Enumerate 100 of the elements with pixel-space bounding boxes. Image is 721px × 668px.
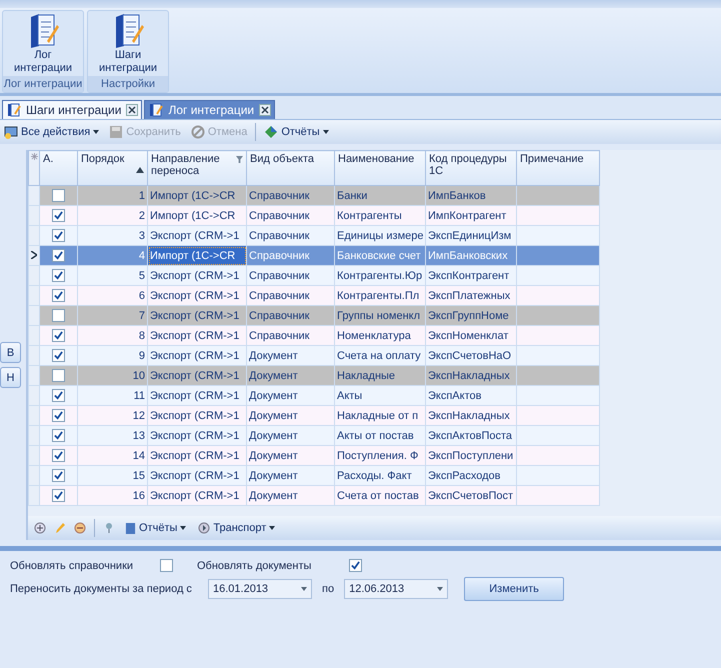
asterisk-icon (30, 153, 38, 160)
table-cell: Импорт (1C->CR (150, 210, 236, 222)
checkbox[interactable] (52, 489, 65, 502)
table-cell: 11 (134, 390, 145, 402)
table-cell: ИмпКонтрагент (428, 210, 506, 222)
checkbox[interactable] (52, 469, 65, 482)
table-cell: Экспорт (CRM->1 (150, 490, 240, 502)
toolbar-button[interactable]: Транспорт (196, 522, 278, 534)
table-cell: 5 (138, 270, 145, 282)
table-cell: 6 (138, 290, 145, 302)
column-header[interactable]: Направление переноса (148, 150, 246, 186)
field-label: Переносить документы за период с (10, 583, 193, 595)
checkbox[interactable] (52, 389, 65, 402)
ribbon-group-caption: Лог интеграции (3, 76, 83, 92)
close-icon[interactable] (259, 104, 272, 116)
document-tab[interactable]: Шаги интеграции (2, 100, 142, 119)
table-cell: ЭкспАктов (428, 390, 482, 402)
checkbox[interactable] (52, 229, 65, 242)
checkbox[interactable] (52, 429, 65, 442)
table-cell: Накладные от п (337, 410, 418, 422)
checkbox[interactable] (52, 409, 65, 422)
table-row[interactable]: 10 Экспорт (CRM->1 Документ Накладные ЭкспНакладных (28, 366, 600, 386)
checkbox[interactable] (52, 209, 65, 222)
table-cell: Экспорт (CRM->1 (150, 290, 240, 302)
add-icon[interactable] (34, 522, 46, 534)
table-row[interactable]: 13 Экспорт (CRM->1 Документ Акты от постав ЭкспАктовПоста (28, 426, 600, 446)
date-field[interactable]: 16.01.2013 (208, 579, 312, 599)
document-tab[interactable]: Лог интеграции (144, 100, 276, 119)
table-row[interactable]: 8 Экспорт (CRM->1 Справочник Номенклатура ЭкспНоменклат (28, 326, 600, 346)
table-cell: 15 (132, 470, 145, 482)
table-cell: Счета от постав (337, 490, 419, 502)
caret-icon (437, 587, 444, 591)
table-cell: Справочник (249, 290, 310, 302)
toolbar-button[interactable]: Все действия (2, 125, 102, 139)
checkbox[interactable] (52, 289, 65, 302)
table-cell: Документ (249, 370, 298, 382)
checkbox[interactable] (52, 449, 65, 462)
table-row[interactable]: 9 Экспорт (CRM->1 Документ Счета на оплату ЭкспСчетовНаО (28, 346, 600, 366)
table-row[interactable]: 15 Экспорт (CRM->1 Документ Расходы. Факт ЭкспРасходов (28, 466, 600, 486)
ribbon-group-caption: Настройки (88, 76, 168, 92)
table-row[interactable]: 5 Экспорт (CRM->1 Справочник Контрагенты.Юр ЭкспКонтрагент (28, 266, 600, 286)
checkbox[interactable] (52, 329, 65, 342)
column-header[interactable]: Наименование (334, 150, 426, 186)
checkbox[interactable] (52, 369, 65, 382)
table-row[interactable]: 1 Импорт (1C->CR Справочник Банки ИмпБанков (28, 186, 600, 206)
pin-icon[interactable] (103, 522, 115, 534)
table-cell: ЭкспСчетовПост (428, 490, 514, 502)
column-header[interactable]: Примечание (516, 150, 600, 186)
table-cell: Единицы измере (337, 230, 424, 242)
table-row[interactable]: 14 Экспорт (CRM->1 Документ Поступления. Ф ЭкспПоступлени (28, 446, 600, 466)
table-cell: Банки (337, 190, 368, 202)
table-row[interactable]: 16 Экспорт (CRM->1 Документ Счета от постав ЭкспСчетовПост (28, 486, 600, 506)
table-cell: Экспорт (CRM->1 (150, 270, 240, 282)
table-cell: Поступления. Ф (337, 450, 418, 462)
table-row[interactable]: 3 Экспорт (CRM->1 Справочник Единицы измере ЭкспЕдиницИзм (28, 226, 600, 246)
table-cell: Документ (249, 390, 298, 402)
toolbar-button[interactable]: Отчёты (262, 125, 331, 139)
table-cell: 1 (138, 190, 145, 202)
checkbox[interactable] (52, 269, 65, 282)
remove-icon[interactable] (74, 522, 86, 534)
table-cell: Контрагенты (337, 210, 402, 222)
table-cell: ЭкспНоменклат (428, 330, 508, 342)
table-cell: Документ (249, 430, 298, 442)
table-cell: ЭкспПлатежных (428, 290, 510, 302)
table-cell: 7 (138, 310, 145, 322)
table-cell: ЭкспПоступлени (428, 450, 514, 462)
column-header[interactable]: Вид объекта (246, 150, 334, 186)
side-button[interactable]: Н (0, 367, 21, 388)
table-cell: ЭкспЕдиницИзм (428, 230, 512, 242)
date-field[interactable]: 12.06.2013 (344, 579, 448, 599)
table-row[interactable]: 7 Экспорт (CRM->1 Справочник Группы номенкл ЭкспГруппНоме (28, 306, 600, 326)
table-row[interactable]: 11 Экспорт (CRM->1 Документ Акты ЭкспАктов (28, 386, 600, 406)
ribbon-button[interactable]: Лог интеграции (3, 11, 83, 76)
table-row[interactable]: 12 Экспорт (CRM->1 Документ Накладные от п ЭкспНакладных (28, 406, 600, 426)
table-row[interactable]: 6 Экспорт (CRM->1 Справочник Контрагенты.Пл ЭкспПлатежных (28, 286, 600, 306)
table-cell: Банковские счет (337, 250, 421, 262)
table-cell: Группы номенкл (337, 310, 420, 322)
table-cell: Документ (249, 350, 298, 362)
toolbar-button[interactable]: Отчёты (123, 522, 188, 534)
checkbox[interactable] (160, 559, 173, 572)
checkbox[interactable] (52, 249, 65, 262)
table-cell: Справочник (249, 250, 310, 262)
change-button[interactable]: Изменить (464, 577, 564, 601)
checkbox[interactable] (52, 349, 65, 362)
close-icon[interactable] (126, 104, 138, 116)
column-header[interactable]: Код процедуры 1С (426, 150, 516, 186)
table-cell: Документ (249, 450, 298, 462)
table-row[interactable]: 4 Импорт (1C->CR Справочник Банковские счет ИмпБанковских (28, 246, 600, 266)
ribbon-button[interactable]: Шаги интеграции (88, 11, 168, 76)
checkbox[interactable] (52, 309, 65, 322)
filter-icon (236, 156, 243, 163)
table-row[interactable]: 2 Импорт (1C->CR Справочник Контрагенты ИмпКонтрагент (28, 206, 600, 226)
table-cell: ЭкспРасходов (428, 470, 501, 482)
checkbox[interactable] (349, 559, 362, 572)
table-cell: Контрагенты.Юр (337, 270, 422, 282)
side-button[interactable]: В (0, 342, 21, 363)
column-header[interactable]: А. (40, 150, 78, 186)
table-cell: Экспорт (CRM->1 (150, 390, 240, 402)
checkbox[interactable] (52, 189, 65, 202)
column-header[interactable]: Порядок (78, 150, 148, 186)
